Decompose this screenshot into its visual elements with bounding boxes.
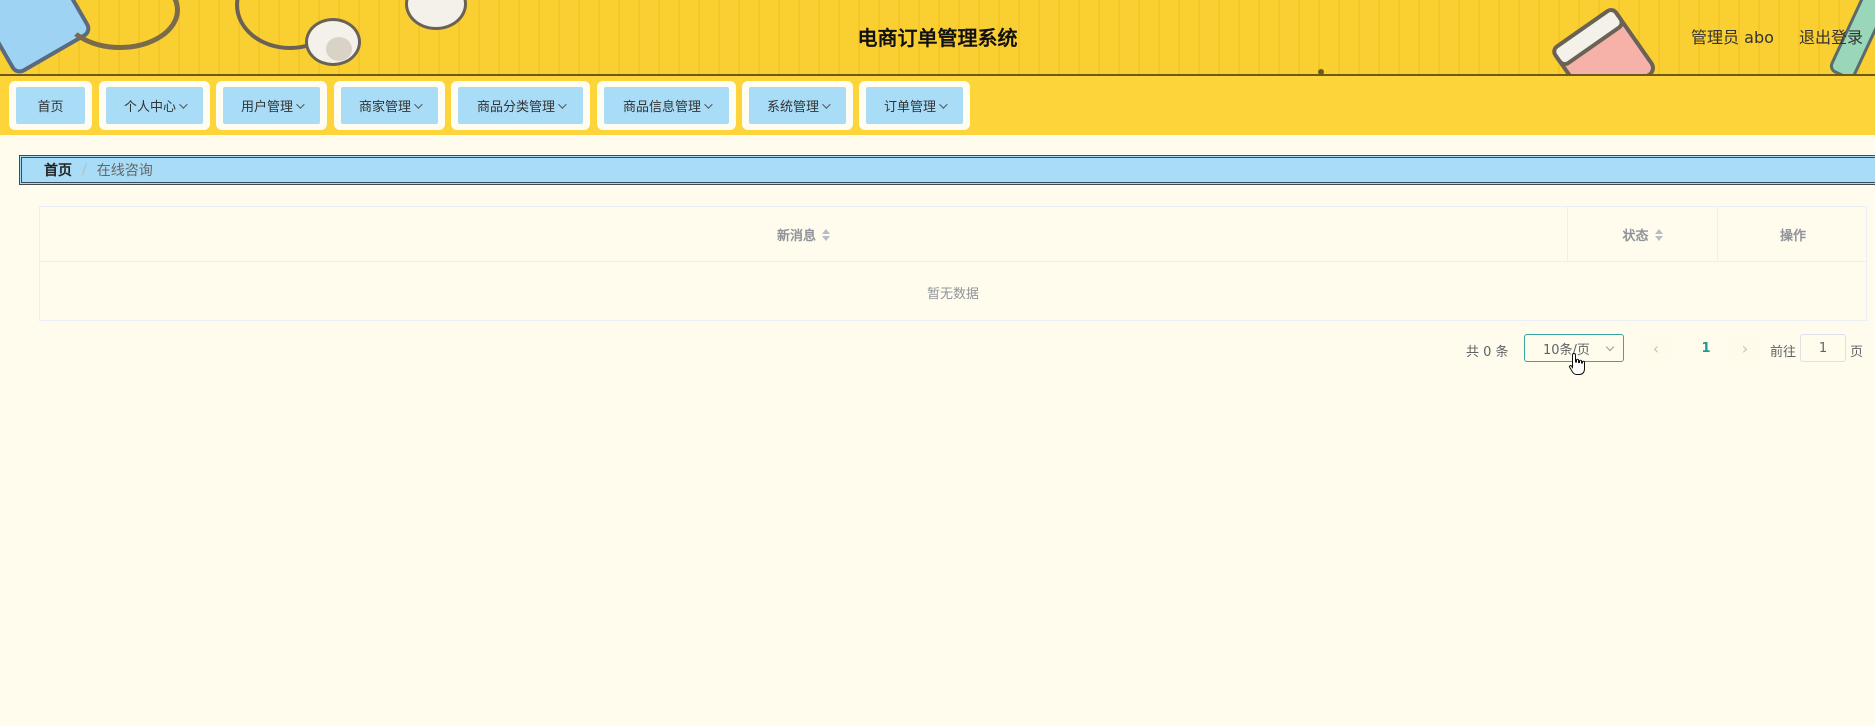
column-header-status[interactable]: 状态 (1568, 207, 1718, 262)
table-header: 新消息 状态 操作 (40, 207, 1866, 262)
nav-system-management-button[interactable]: 系统管理 (749, 87, 846, 124)
sort-icon[interactable] (822, 228, 830, 241)
nav-category-management-label: 商品分类管理 (476, 100, 555, 115)
chevron-down-icon (296, 99, 305, 109)
nav-item-merchant-management[interactable]: 商家管理 (334, 81, 445, 130)
column-header-label: 操作 (1779, 229, 1806, 244)
nav-item-system-management[interactable]: 系统管理 (742, 81, 853, 130)
nav-system-management-label: 系统管理 (766, 100, 819, 115)
cup-illustration-icon (1549, 4, 1659, 74)
pagination-total: 共 0 条 (1466, 345, 1509, 360)
earbud-illustration-icon (405, 0, 467, 30)
nav-merchant-management-label: 商家管理 (358, 100, 411, 115)
page-unit-label: 页 (1850, 345, 1864, 360)
admin-user-label: 管理员 abo (1691, 28, 1774, 47)
consultation-table: 新消息 状态 操作 暂无数据 (39, 206, 1867, 321)
page-size-value: 10条/页 (1543, 342, 1590, 358)
nav-item-order-management[interactable]: 订单管理 (859, 81, 970, 130)
page-size-select[interactable]: 10条/页 (1524, 334, 1624, 362)
chevron-down-icon (179, 99, 188, 109)
nav-personal-center-label: 个人中心 (123, 100, 176, 115)
column-header-label: 状态 (1622, 229, 1649, 244)
chevron-right-icon: › (1741, 338, 1749, 358)
nav-item-user-management[interactable]: 用户管理 (216, 81, 327, 130)
chevron-down-icon (939, 99, 948, 109)
chevron-down-icon (822, 99, 831, 109)
nav-product-info-management-label: 商品信息管理 (622, 100, 701, 115)
nav-item-product-info-management[interactable]: 商品信息管理 (597, 81, 736, 130)
column-header-actions: 操作 (1718, 207, 1868, 262)
breadcrumb-home-link[interactable]: 首页 (44, 160, 72, 180)
nav-user-management-button[interactable]: 用户管理 (223, 87, 320, 124)
nav-item-home[interactable]: 首页 (9, 81, 92, 130)
breadcrumb-current: 在线咨询 (96, 163, 153, 179)
column-header-new-message[interactable]: 新消息 (40, 207, 1568, 262)
logout-button[interactable]: 退出登录 (1799, 28, 1863, 47)
chevron-down-icon (558, 99, 567, 109)
earbud-illustration-icon (305, 18, 361, 66)
goto-page-input[interactable] (1800, 334, 1846, 362)
table-empty-text: 暂无数据 (926, 286, 979, 302)
nav-item-personal-center[interactable]: 个人中心 (99, 81, 210, 130)
prev-page-button[interactable]: ‹ (1641, 334, 1671, 362)
nav-personal-center-button[interactable]: 个人中心 (106, 87, 203, 124)
header-user-area: 管理员 abo 退出登录 (1671, 24, 1863, 48)
page-number-current[interactable]: 1 (1691, 334, 1721, 362)
nav-order-management-label: 订单管理 (883, 100, 936, 115)
breadcrumb: 首页 / 在线咨询 (19, 155, 1875, 185)
cable-illustration-icon (60, 0, 180, 50)
nav-user-management-label: 用户管理 (240, 100, 293, 115)
sort-icon[interactable] (1654, 228, 1663, 241)
next-page-button[interactable]: › (1730, 334, 1760, 362)
main-nav: 首页 个人中心 用户管理 商家管理 商品分类管理 商品信息管理 系统管理 订单管… (0, 76, 1875, 135)
breadcrumb-separator: / (82, 162, 87, 178)
nav-order-management-button[interactable]: 订单管理 (866, 87, 963, 124)
chevron-down-icon (704, 99, 713, 109)
chevron-down-icon (414, 99, 423, 109)
nav-merchant-management-button[interactable]: 商家管理 (341, 87, 438, 124)
nav-category-management-button[interactable]: 商品分类管理 (458, 87, 583, 124)
top-header: 电商订单管理系统 管理员 abo 退出登录 (0, 0, 1875, 76)
nav-home-button[interactable]: 首页 (16, 87, 85, 124)
nav-item-category-management[interactable]: 商品分类管理 (451, 81, 590, 130)
decorative-dot (1318, 69, 1324, 74)
nav-home-label: 首页 (37, 100, 64, 115)
goto-label: 前往 (1770, 345, 1797, 360)
chevron-left-icon: ‹ (1652, 338, 1660, 358)
column-header-label: 新消息 (776, 229, 816, 244)
nav-product-info-management-button[interactable]: 商品信息管理 (604, 87, 729, 124)
chevron-down-icon (1605, 342, 1615, 352)
